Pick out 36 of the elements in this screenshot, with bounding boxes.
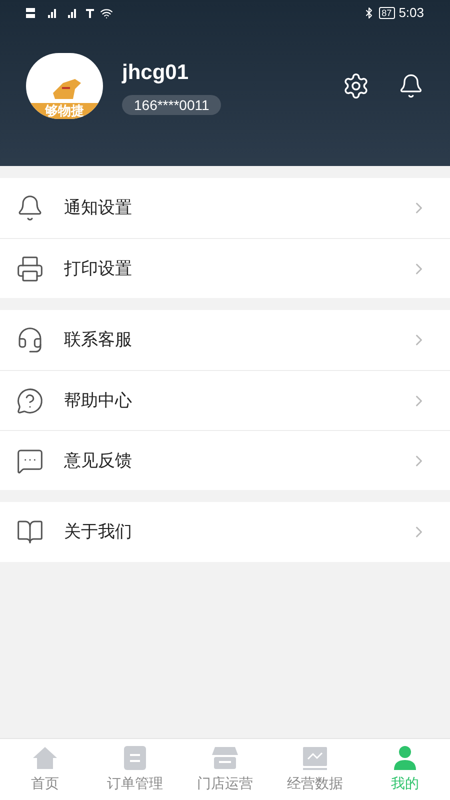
bell-icon [16, 194, 44, 222]
wifi-icon [100, 6, 113, 20]
avatar-logo: 够物捷 [26, 53, 103, 119]
home-icon [31, 745, 59, 771]
headset-icon [16, 326, 44, 354]
tab[interactable]: 首页 [0, 739, 90, 800]
menu-item[interactable]: 意见反馈 [0, 430, 450, 490]
person-icon [391, 745, 419, 771]
tab[interactable]: 订单管理 [90, 739, 180, 800]
settings-button[interactable] [342, 72, 370, 100]
message-icon [16, 446, 44, 474]
printer-icon [16, 254, 44, 282]
menu-item[interactable]: 通知设置 [0, 178, 450, 238]
menu-item[interactable]: 帮助中心 [0, 370, 450, 430]
phone-number-pill: 166****0011 [122, 94, 222, 115]
list-icon [121, 745, 149, 771]
battery-level: 87 [378, 7, 395, 19]
help-icon [16, 386, 44, 414]
menu-item[interactable]: 关于我们 [0, 502, 450, 562]
book-icon [16, 518, 44, 546]
menu-label: 帮助中心 [64, 390, 133, 412]
tab[interactable]: 经营数据 [270, 739, 360, 800]
username: jhcg01 [122, 60, 190, 86]
menu-label: 打印设置 [64, 258, 133, 280]
signal-icon [26, 6, 96, 20]
chart-icon [301, 745, 329, 771]
notification-button[interactable] [398, 73, 424, 99]
store-icon [211, 745, 239, 771]
menu-label: 意见反馈 [64, 450, 133, 472]
menu-label: 联系客服 [64, 329, 133, 352]
menu-item[interactable]: 联系客服 [0, 310, 450, 370]
menu-label: 关于我们 [64, 521, 133, 544]
clock-time: 5:03 [398, 4, 424, 22]
menu-item[interactable]: 打印设置 [0, 238, 450, 298]
menu-label: 通知设置 [64, 197, 133, 220]
tab[interactable]: 门店运营 [180, 739, 270, 800]
